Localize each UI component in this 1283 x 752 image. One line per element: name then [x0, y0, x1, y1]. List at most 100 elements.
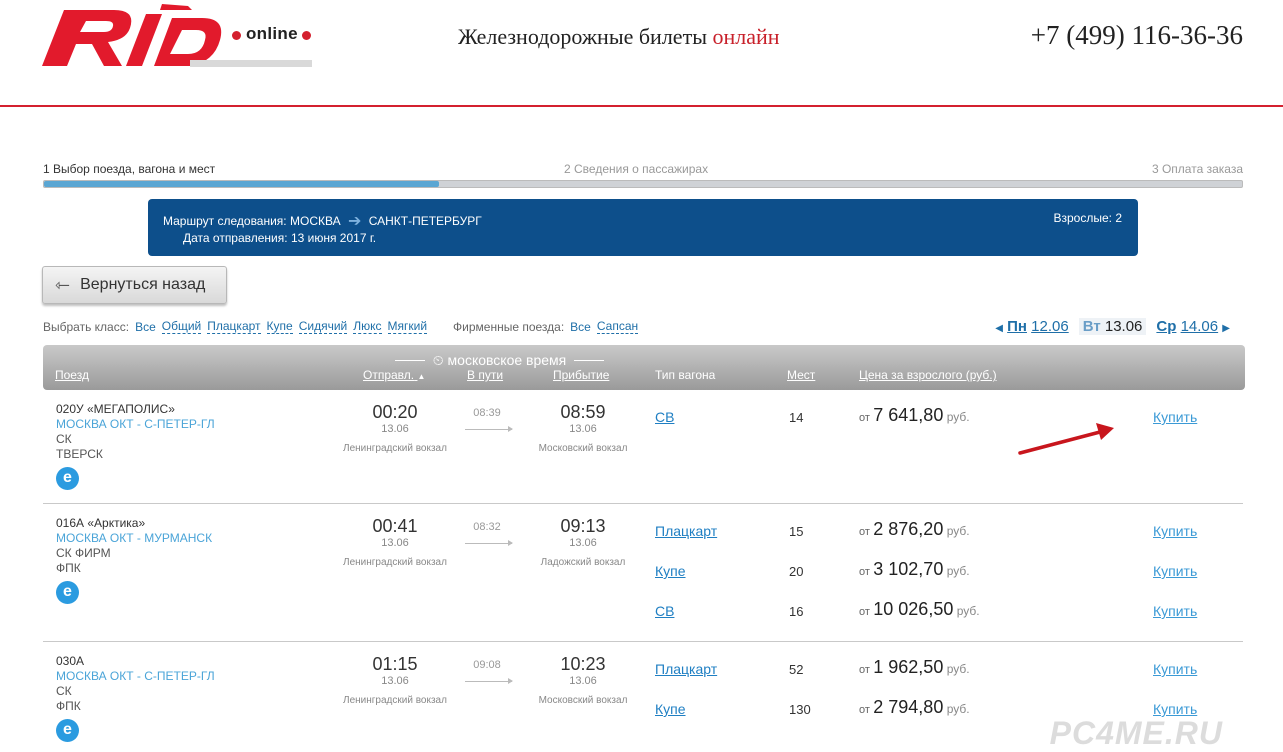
depart-date: 13.06: [381, 675, 409, 687]
class-filter-general[interactable]: Общий: [161, 319, 202, 334]
e-ticket-icon: e: [56, 581, 79, 604]
arrive-time: 09:13: [560, 516, 606, 536]
buy-link[interactable]: Купить: [1153, 603, 1197, 619]
class-filter-all[interactable]: Все: [135, 320, 156, 334]
class-filter-soft[interactable]: Мягкий: [387, 319, 428, 334]
col-travel-time[interactable]: В пути: [467, 368, 503, 382]
train-route[interactable]: МОСКВА ОКТ - МУРМАНСК: [56, 531, 212, 545]
next-date-link[interactable]: Ср 14.06 ▶: [1156, 318, 1230, 335]
wagon-type-link[interactable]: Купе: [655, 563, 686, 579]
train-route[interactable]: МОСКВА ОКТ - С-ПЕТЕР-ГЛ: [56, 669, 215, 683]
train-carrier: ФПК: [56, 699, 81, 713]
class-filter-label: Выбрать класс:: [43, 319, 130, 334]
progress-fill: [44, 181, 440, 187]
current-date-value: 13.06: [1104, 318, 1143, 335]
step-select-train: 1 Выбор поезда, вагона и мест: [43, 162, 216, 176]
col-seats[interactable]: Мест: [787, 368, 815, 382]
moscow-time-label: ⏲ московское время: [386, 352, 613, 369]
train-name: 030А: [56, 654, 85, 668]
train-route[interactable]: МОСКВА ОКТ - С-ПЕТЕР-ГЛ: [56, 417, 215, 431]
price-amount: 2 876,20: [873, 519, 944, 539]
phone-number[interactable]: +7 (499) 116-36-36: [1031, 20, 1243, 51]
buy-link[interactable]: Купить: [1153, 661, 1197, 677]
price-amount: 10 026,50: [873, 599, 954, 619]
train-name: 016А «Арктика»: [56, 516, 146, 530]
travel-time: 08:32: [473, 521, 501, 533]
train-carrier: ФПК: [56, 561, 81, 575]
price-currency: руб.: [946, 662, 970, 676]
progress-bar: [43, 180, 1243, 188]
buy-link[interactable]: Купить: [1153, 409, 1197, 425]
col-arrive[interactable]: Прибытие: [553, 368, 609, 382]
price-from: от: [859, 526, 870, 538]
date-switcher: ◀ Пн 12.06 Вт 13.06 Ср 14.06 ▶: [995, 318, 1230, 335]
wagon-type-link[interactable]: СВ: [655, 603, 674, 619]
arrive-date: 13.06: [569, 423, 597, 435]
route-to: САНКТ-ПЕТЕРБУРГ: [368, 214, 482, 228]
annotation-arrow-icon: [1018, 423, 1114, 455]
seats-count: 52: [789, 662, 804, 677]
col-price[interactable]: Цена за взрослого (руб.): [859, 368, 997, 382]
step-passengers: 2 Сведения о пассажирах: [564, 162, 709, 176]
class-filter-kupe[interactable]: Купе: [266, 319, 293, 334]
arrive-station: Ладожский вокзал: [540, 557, 626, 568]
seats-count: 20: [789, 564, 804, 579]
train-carrier: ТВЕРСК: [56, 447, 103, 461]
e-ticket-icon: e: [56, 467, 79, 490]
buy-link[interactable]: Купить: [1153, 523, 1197, 539]
wagon-type-link[interactable]: СВ: [655, 409, 674, 425]
class-filter-lux[interactable]: Люкс: [353, 319, 382, 334]
wagon-type-link[interactable]: Плацкарт: [655, 661, 717, 677]
arrive-time: 10:23: [560, 654, 606, 674]
price: от 2 876,20 руб.: [859, 519, 970, 540]
pax-label: Взрослые:: [1053, 211, 1112, 225]
logo-dot: [302, 31, 311, 40]
price-currency: руб.: [946, 564, 970, 578]
arrow-right-icon: ➔: [347, 213, 362, 230]
col-depart[interactable]: Отправл. ▲: [363, 368, 425, 382]
class-filter-seated[interactable]: Сидячий: [298, 319, 348, 334]
arrow-right-icon: [465, 678, 513, 684]
price-from: от: [859, 566, 870, 578]
seats-count: 16: [789, 604, 804, 619]
price: от 10 026,50 руб.: [859, 599, 980, 620]
col-train[interactable]: Поезд: [55, 368, 89, 382]
site-header: online Железнодорожные билеты онлайн +7 …: [0, 0, 1283, 107]
route-date: 13 июня 2017 г.: [290, 231, 377, 245]
prev-day: Пн: [1007, 318, 1027, 335]
arrow-left-icon: ⇽: [55, 274, 71, 295]
site-tagline: Железнодорожные билеты онлайн: [458, 24, 780, 50]
route-label: Маршрут следования:: [163, 214, 287, 228]
back-button[interactable]: ⇽ Вернуться назад: [42, 266, 227, 304]
triangle-right-icon: ▶: [1222, 323, 1230, 334]
depart-station: Ленинградский вокзал: [343, 695, 447, 706]
price-from: от: [859, 606, 870, 618]
branded-filter-sapsan[interactable]: Сапсан: [596, 319, 639, 334]
wagon-type-link[interactable]: Плацкарт: [655, 523, 717, 539]
price-from: от: [859, 412, 870, 424]
arrow-right-icon: [465, 426, 513, 432]
price-currency: руб.: [956, 604, 980, 618]
route-date-info: Дата отправления: 13 июня 2017 г.: [183, 231, 376, 245]
prev-date: 12.06: [1031, 318, 1069, 335]
buy-link[interactable]: Купить: [1153, 563, 1197, 579]
depart-station: Ленинградский вокзал: [343, 443, 447, 454]
logo-online-text: online: [246, 24, 298, 43]
triangle-left-icon: ◀: [995, 323, 1003, 334]
route-banner: Маршрут следования: МОСКВА ➔ САНКТ-ПЕТЕР…: [148, 199, 1138, 256]
depart-date: 13.06: [381, 423, 409, 435]
depart-time: 00:41: [372, 516, 418, 536]
prev-date-link[interactable]: ◀ Пн 12.06: [995, 318, 1068, 335]
price-currency: руб.: [946, 410, 970, 424]
arrow-right-icon: [465, 540, 513, 546]
price-currency: руб.: [946, 524, 970, 538]
branded-filter-label: Фирменные поезда:: [453, 319, 565, 334]
trains-table-header: ⏲ московское время Поезд Отправл. ▲ В пу…: [43, 345, 1245, 390]
branded-filter-all[interactable]: Все: [570, 320, 591, 334]
travel-time: 09:08: [473, 659, 501, 671]
logo-dot: [232, 31, 241, 40]
class-filters: Выбрать класс: Все Общий Плацкарт Купе С…: [43, 319, 639, 334]
train-name: 020У «МЕГАПОЛИС»: [56, 402, 175, 416]
class-filter-platzkart[interactable]: Плацкарт: [207, 319, 261, 334]
wagon-type-link[interactable]: Купе: [655, 701, 686, 717]
